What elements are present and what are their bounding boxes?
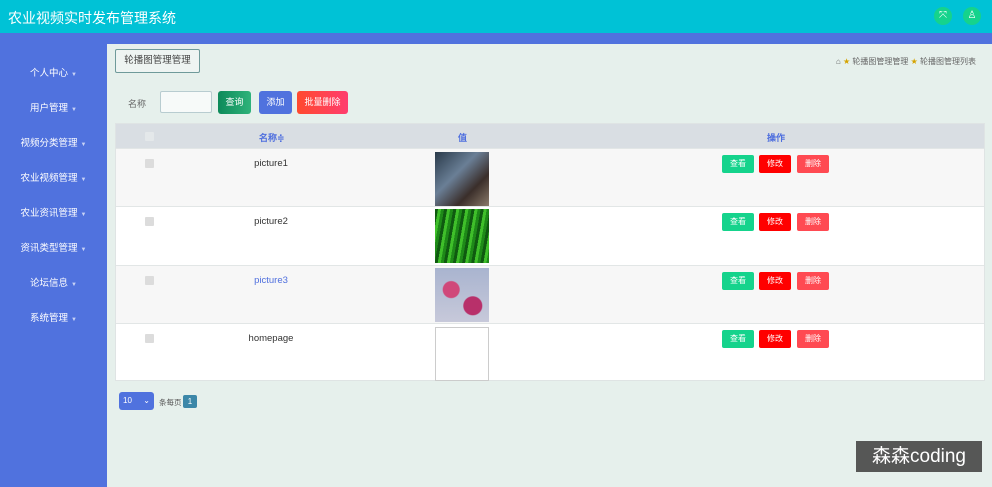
delete-button[interactable]: 删除	[797, 155, 829, 173]
page-button-current[interactable]: 1	[183, 395, 197, 408]
carousel-image[interactable]	[435, 209, 489, 263]
delete-button[interactable]: 删除	[797, 272, 829, 290]
table-row: picture3 查看 修改 删除	[116, 265, 984, 323]
edit-button[interactable]: 修改	[759, 155, 791, 173]
column-header-actions: 操作	[767, 133, 786, 143]
per-page-label: 条每页	[159, 398, 182, 407]
star-icon: ★	[842, 57, 851, 66]
sidebar-item-news-type[interactable]: 资讯类型管理 ▼	[0, 240, 107, 254]
page-size-value: 10	[123, 396, 132, 405]
caret-down-icon: ▼	[71, 317, 77, 323]
row-name: homepage	[248, 333, 294, 344]
table-row: picture1 查看 修改 删除	[116, 148, 984, 206]
home-icon[interactable]: ⌂	[836, 57, 841, 66]
fullscreen-icon[interactable]: ⤧	[934, 7, 952, 25]
row-name: picture1	[254, 158, 288, 169]
sidebar-item-label: 视频分类管理	[20, 138, 78, 149]
table-header: 名称≑ 值 操作	[116, 124, 984, 148]
sidebar-item-forum[interactable]: 论坛信息 ▼	[0, 275, 107, 289]
sidebar-item-label: 个人中心	[30, 68, 69, 79]
breadcrumb: ⌂ ★ 轮播图管理管理 ★ 轮播图管理列表	[836, 56, 976, 67]
caret-down-icon: ▼	[71, 282, 77, 288]
query-button[interactable]: 查询	[218, 91, 251, 114]
name-label: 名称	[128, 99, 147, 109]
sidebar-item-videos[interactable]: 农业视频管理 ▼	[0, 170, 107, 184]
add-button[interactable]: 添加	[259, 91, 292, 114]
caret-down-icon: ▼	[71, 107, 77, 113]
user-icon[interactable]: ♙	[963, 7, 981, 25]
row-checkbox[interactable]	[145, 159, 154, 168]
row-name: picture2	[254, 216, 288, 227]
header-strip	[0, 33, 992, 44]
sidebar-item-label: 用户管理	[30, 103, 69, 114]
sidebar-item-label: 资讯类型管理	[20, 243, 78, 254]
sidebar-item-system[interactable]: 系统管理 ▼	[0, 310, 107, 324]
column-header-name[interactable]: 名称≑	[259, 131, 285, 144]
sidebar-item-label: 论坛信息	[30, 278, 69, 289]
top-header: 农业视频实时发布管理系统 ⤧ ♙	[0, 0, 992, 33]
sidebar-item-label: 农业资讯管理	[20, 208, 78, 219]
carousel-image[interactable]	[435, 268, 489, 322]
broken-image-icon[interactable]	[435, 327, 489, 381]
view-button[interactable]: 查看	[722, 155, 754, 173]
name-input[interactable]	[160, 91, 212, 113]
row-checkbox[interactable]	[145, 217, 154, 226]
caret-down-icon: ▼	[80, 177, 87, 183]
caret-down-icon: ▼	[80, 247, 87, 253]
sidebar-item-video-category[interactable]: 视频分类管理 ▼	[0, 135, 107, 149]
row-checkbox[interactable]	[145, 334, 154, 343]
row-name: picture3	[254, 275, 288, 286]
view-button[interactable]: 查看	[722, 272, 754, 290]
caret-down-icon: ▼	[80, 142, 87, 148]
carousel-image[interactable]	[435, 152, 489, 206]
edit-button[interactable]: 修改	[759, 330, 791, 348]
edit-button[interactable]: 修改	[759, 272, 791, 290]
view-button[interactable]: 查看	[722, 213, 754, 231]
carousel-table: 名称≑ 值 操作 picture1 查看 修改 删除 picture2 查看 修…	[115, 123, 985, 381]
breadcrumb-item: 轮播图管理列表	[920, 57, 976, 66]
sidebar-item-label: 农业视频管理	[20, 173, 78, 184]
chevron-down-icon: ⌄	[143, 396, 150, 405]
table-row: homepage 查看 修改 删除	[116, 323, 984, 381]
edit-button[interactable]: 修改	[759, 213, 791, 231]
sidebar-item-label: 系统管理	[30, 313, 69, 324]
delete-button[interactable]: 删除	[797, 330, 829, 348]
app-title: 农业视频实时发布管理系统	[8, 10, 176, 26]
delete-button[interactable]: 删除	[797, 213, 829, 231]
star-icon: ★	[910, 57, 918, 66]
view-button[interactable]: 查看	[722, 330, 754, 348]
caret-down-icon: ▼	[71, 72, 77, 78]
sidebar-item-users[interactable]: 用户管理 ▼	[0, 100, 107, 114]
table-row: picture2 查看 修改 删除	[116, 206, 984, 265]
column-header-value: 值	[458, 133, 468, 143]
sidebar: 个人中心 ▼ 用户管理 ▼ 视频分类管理 ▼ 农业视频管理 ▼ 农业资讯管理 ▼ 资讯类型…	[0, 33, 107, 487]
select-all-checkbox[interactable]	[145, 132, 154, 141]
row-checkbox[interactable]	[145, 276, 154, 285]
page-size-select[interactable]: 10 ⌄	[119, 392, 154, 410]
tab-carousel-management[interactable]: 轮播图管理管理	[115, 49, 200, 73]
sidebar-item-news[interactable]: 农业资讯管理 ▼	[0, 205, 107, 219]
sidebar-item-personal-center[interactable]: 个人中心 ▼	[0, 65, 107, 79]
batch-delete-button[interactable]: 批量删除	[297, 91, 348, 114]
caret-down-icon: ▼	[80, 212, 87, 218]
breadcrumb-item[interactable]: 轮播图管理管理	[852, 57, 908, 66]
watermark: 森森coding	[856, 441, 982, 472]
